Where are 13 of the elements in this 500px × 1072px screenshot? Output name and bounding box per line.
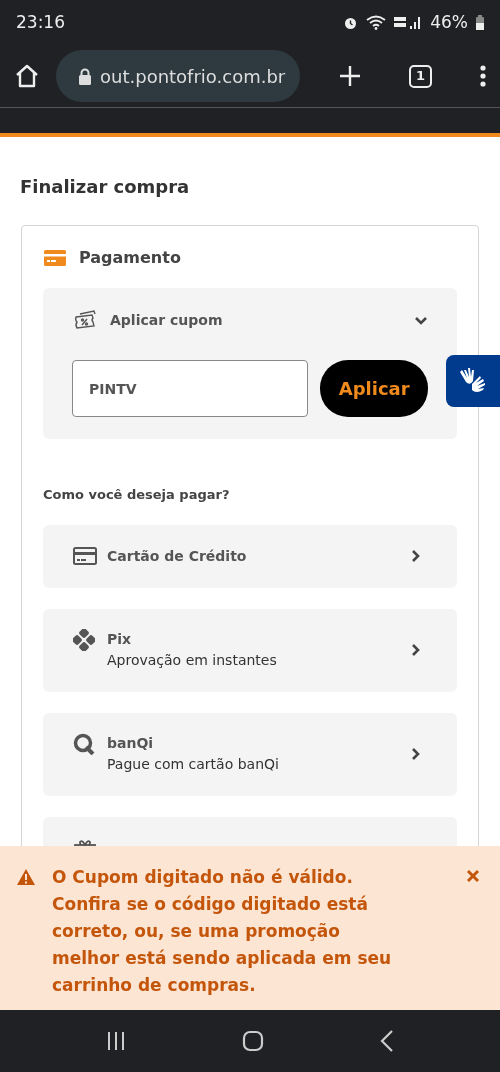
option-title: Cartão de Crédito	[107, 546, 247, 566]
clock-time: 23:16	[16, 10, 65, 34]
error-message: O Cupom digitado não é válido. Confira se o código digitado está correto, ou, se uma promoção melhor está sendo aplicada em seu carrinho de compras.	[52, 866, 392, 997]
page-title: Finalizar compra	[20, 175, 191, 199]
battery-percent: 46%	[430, 10, 468, 34]
url-text: out.pontofrio.com.br	[100, 64, 286, 89]
option-title: Pix	[107, 630, 133, 649]
section-title: Pagamento	[79, 247, 181, 269]
section-label: Como você deseja pagar?	[43, 486, 231, 504]
coupon-title: Aplicar cupom	[110, 310, 223, 330]
option-title: banQi	[107, 734, 155, 753]
option-subtitle: Aprovação em instantes	[107, 651, 277, 670]
option-subtitle: Pague com cartão banQi	[107, 755, 279, 774]
